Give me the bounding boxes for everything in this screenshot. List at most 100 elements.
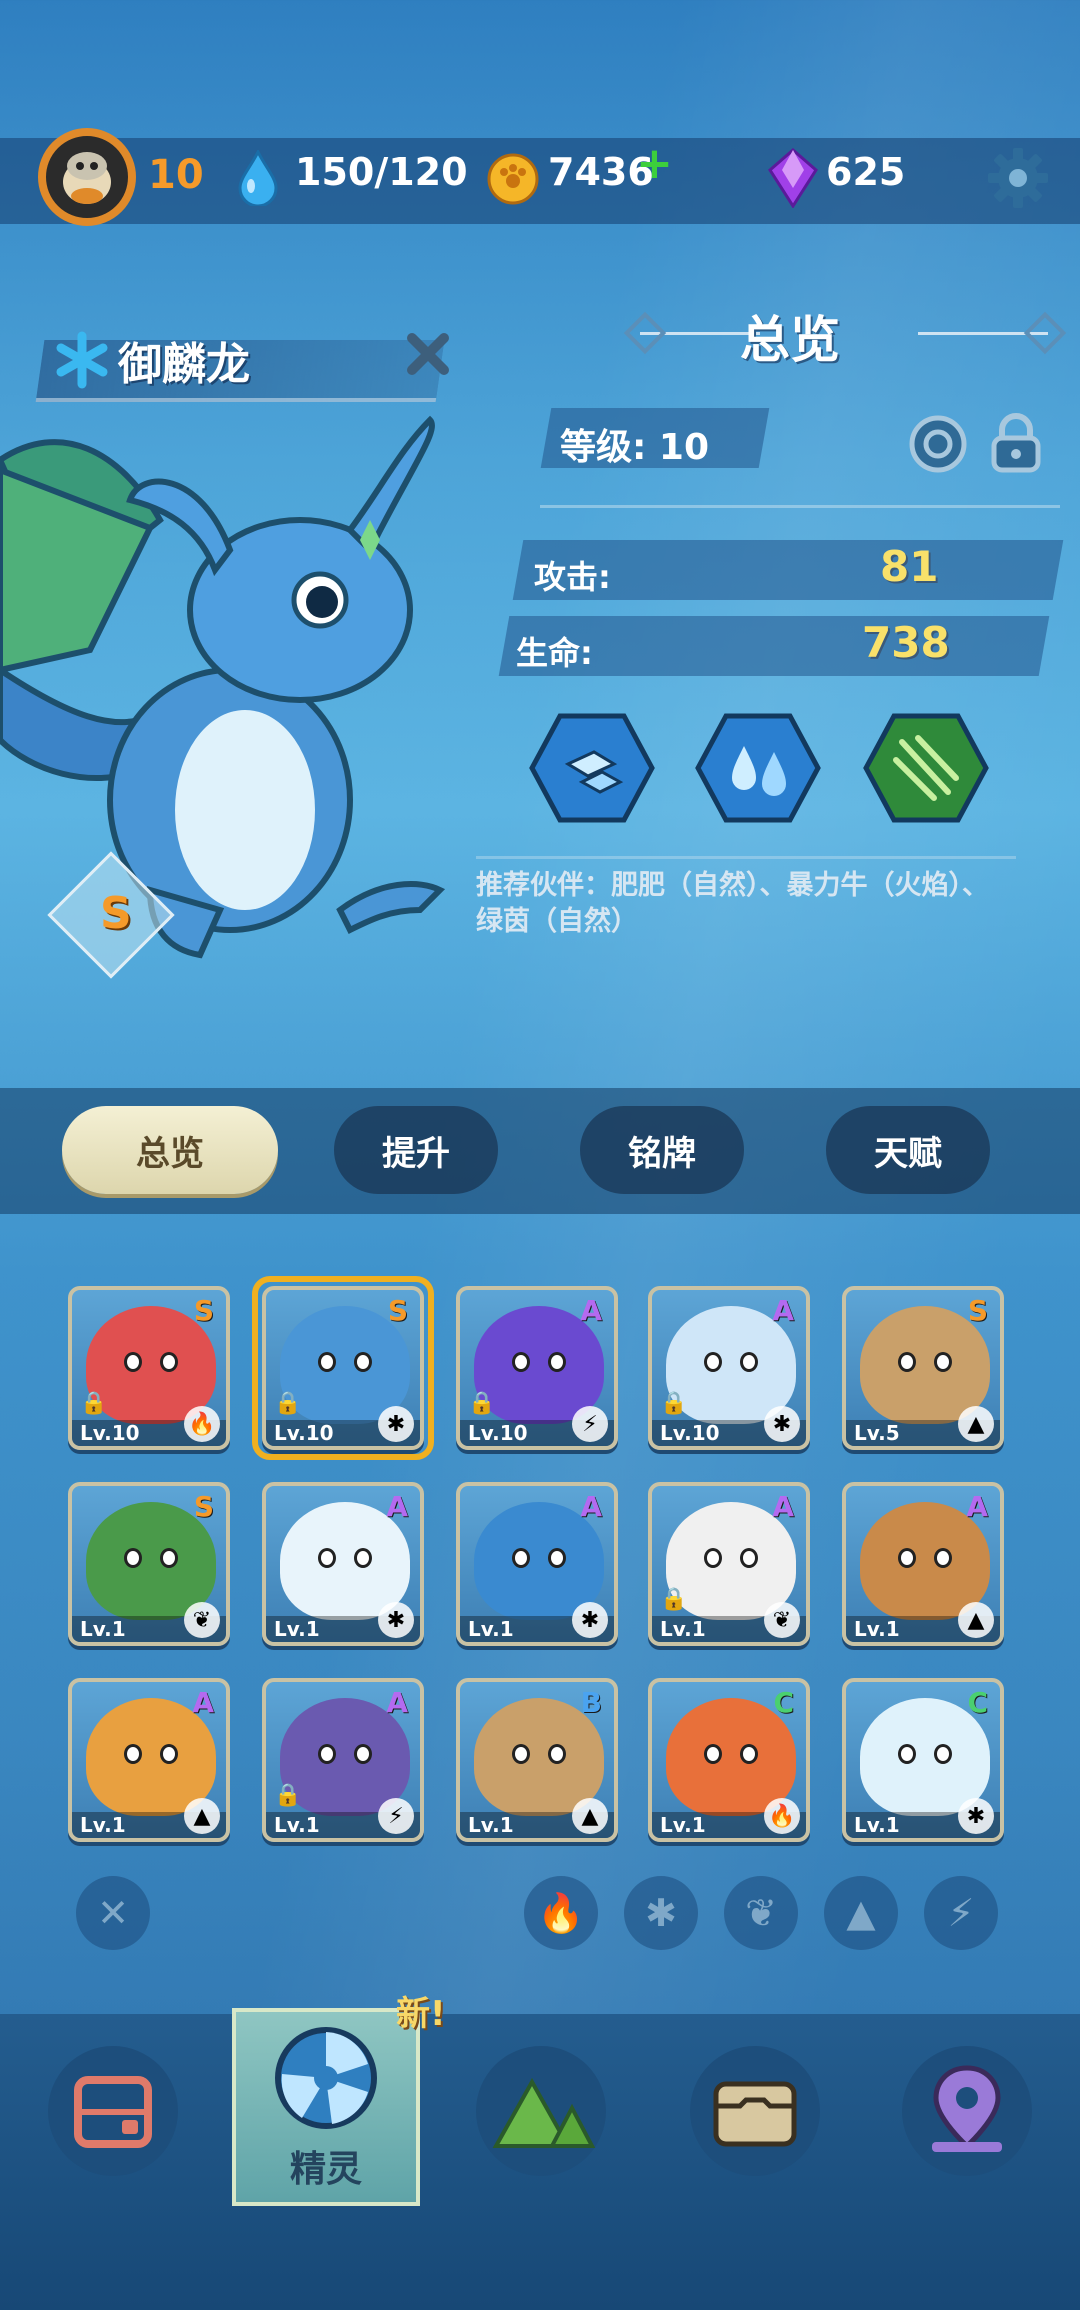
card-level: Lv.10 (468, 1421, 528, 1445)
creature-eye (548, 1548, 566, 1568)
recommended-partners: 推荐伙伴：肥肥（自然）、暴力牛（火焰）、绿茵（自然） (476, 870, 989, 937)
card-level: Lv.5 (854, 1421, 900, 1445)
ice-icon: ✱ (378, 1602, 414, 1638)
overview-title: 总览 (740, 311, 840, 369)
creature-card[interactable]: A Lv.1 ✱ (456, 1482, 618, 1646)
rock-icon: ▲ (184, 1798, 220, 1834)
skill-ice-crystal-icon[interactable] (528, 712, 656, 824)
creature-card[interactable]: A 🔒 Lv.1 ⚡ (262, 1678, 424, 1842)
tab-upgrade[interactable]: 提升 (334, 1106, 498, 1194)
creature-eye (160, 1744, 178, 1764)
card-grade: A (192, 1686, 214, 1719)
filter-leaf-icon[interactable]: ❦ (724, 1876, 798, 1950)
close-icon[interactable] (404, 330, 452, 378)
creature-card[interactable]: S Lv.5 ▲ (842, 1286, 1004, 1450)
clear-filter-icon[interactable]: ✕ (76, 1876, 150, 1950)
skill-nature-slash-icon[interactable] (862, 712, 990, 824)
creature-eye (740, 1548, 758, 1568)
creature-eye (898, 1352, 916, 1372)
target-icon[interactable] (908, 414, 968, 474)
tab-nameplate[interactable]: 铭牌 (580, 1106, 744, 1194)
attack-label: 攻击: (534, 558, 611, 596)
nav-location-button[interactable] (902, 2046, 1032, 2176)
card-level: Lv.1 (274, 1813, 320, 1837)
creature-card[interactable]: S Lv.1 ❦ (68, 1482, 230, 1646)
creature-card[interactable]: A 🔒 Lv.1 ❦ (648, 1482, 810, 1646)
card-level: Lv.1 (274, 1617, 320, 1641)
energy-value: 150/120 (295, 150, 468, 194)
lock-icon: 🔒 (274, 1783, 302, 1808)
creature-eye (740, 1744, 758, 1764)
creature-card[interactable]: A 🔒 Lv.10 ⚡ (456, 1286, 618, 1450)
partner-divider (476, 856, 1016, 859)
lock-icon: 🔒 (468, 1391, 496, 1416)
nature-icon: ❦ (764, 1602, 800, 1638)
card-level: Lv.1 (854, 1617, 900, 1641)
card-grade: A (966, 1490, 988, 1523)
creature-eye (318, 1744, 336, 1764)
card-level: Lv.1 (80, 1617, 126, 1641)
creature-eye (124, 1744, 142, 1764)
gem-value: 625 (826, 150, 906, 194)
creature-eye (704, 1548, 722, 1568)
gem-icon (768, 148, 818, 208)
creature-card[interactable]: A 🔒 Lv.10 ✱ (648, 1286, 810, 1450)
card-grade: B (580, 1686, 602, 1719)
creature-eye (354, 1548, 372, 1568)
creature-grade: S (100, 888, 132, 939)
rock-icon: ▲ (572, 1798, 608, 1834)
fire-icon: 🔥 (184, 1406, 220, 1442)
avatar-creature-icon (63, 152, 111, 204)
filter-fire-icon[interactable]: 🔥 (524, 1876, 598, 1950)
hp-label: 生命: (516, 634, 593, 672)
hp-value: 738 (862, 618, 950, 667)
creature-eye (512, 1548, 530, 1568)
skill-water-drops-icon[interactable] (694, 712, 822, 824)
tab-overview[interactable]: 总览 (62, 1106, 278, 1194)
creature-eye (512, 1352, 530, 1372)
creature-card[interactable]: C Lv.1 ✱ (842, 1678, 1004, 1842)
card-level: Lv.1 (660, 1813, 706, 1837)
lightning-icon: ⚡ (378, 1798, 414, 1834)
nav-creatures-label: 精灵 (289, 2149, 363, 2190)
creature-eye (548, 1352, 566, 1372)
creature-card[interactable]: B Lv.1 ▲ (456, 1678, 618, 1842)
creature-eye (124, 1548, 142, 1568)
tab-talent[interactable]: 天赋 (826, 1106, 990, 1194)
lock-icon[interactable] (988, 412, 1044, 474)
fire-icon: 🔥 (764, 1798, 800, 1834)
creature-eye (934, 1548, 952, 1568)
card-grade: S (193, 1490, 214, 1523)
card-grade: A (386, 1490, 408, 1523)
creature-eye (318, 1548, 336, 1568)
creature-card[interactable]: A Lv.1 ▲ (68, 1678, 230, 1842)
chest-icon (713, 2081, 797, 2147)
gear-icon[interactable] (986, 146, 1050, 210)
filter-rock-icon[interactable]: ▲ (824, 1876, 898, 1950)
nav-map-button[interactable] (476, 2046, 606, 2176)
card-grade: S (193, 1294, 214, 1327)
creature-card[interactable]: A Lv.1 ▲ (842, 1482, 1004, 1646)
level-label: 等级: 10 (560, 427, 710, 468)
card-grade: C (773, 1686, 794, 1719)
rock-icon: ▲ (958, 1602, 994, 1638)
card-grade: A (772, 1490, 794, 1523)
card-level: Lv.1 (468, 1813, 514, 1837)
card-level: Lv.1 (660, 1617, 706, 1641)
player-avatar[interactable] (38, 128, 136, 226)
nav-shop-button[interactable] (48, 2046, 178, 2176)
card-grade: A (386, 1686, 408, 1719)
creature-card[interactable]: C Lv.1 🔥 (648, 1678, 810, 1842)
filter-lightning-icon[interactable]: ⚡ (924, 1876, 998, 1950)
card-level: Lv.1 (80, 1813, 126, 1837)
creature-card[interactable]: S 🔒 Lv.10 🔥 (68, 1286, 230, 1450)
add-coins-icon[interactable]: + (636, 138, 673, 189)
creature-eye (704, 1352, 722, 1372)
creature-orb-icon (275, 2027, 377, 2129)
nav-bag-button[interactable] (690, 2046, 820, 2176)
filter-ice-icon[interactable]: ✱ (624, 1876, 698, 1950)
creature-card[interactable]: A Lv.1 ✱ (262, 1482, 424, 1646)
creature-eye (512, 1744, 530, 1764)
water-drop-icon (238, 150, 278, 206)
new-badge: 新! (396, 1994, 446, 2034)
